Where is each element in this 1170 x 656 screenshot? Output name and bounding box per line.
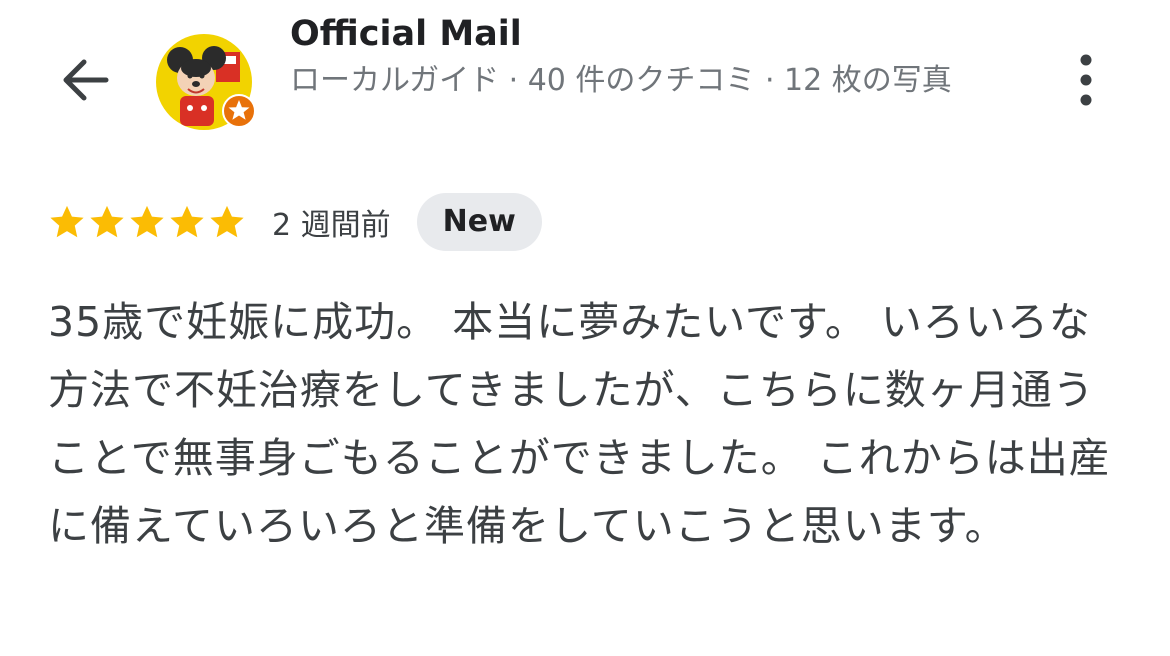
back-button[interactable] (48, 46, 120, 118)
author-name[interactable]: Official Mail (290, 14, 522, 54)
more-vert-icon (1079, 53, 1093, 111)
author-avatar[interactable] (156, 34, 256, 130)
new-badge: New (416, 193, 542, 251)
review-timestamp: 2 週間前 (272, 208, 391, 243)
star-rating (48, 202, 246, 242)
more-options-button[interactable] (1062, 50, 1110, 114)
rating-row: 2 週間前 New (48, 192, 542, 252)
arrow-back-icon (58, 58, 110, 106)
star-icon (210, 205, 244, 238)
author-meta: ローカルガイド · 40 件のクチコミ · 12 枚の写真 (290, 63, 952, 98)
review-text: 35歳で妊娠に成功。 本当に夢みたいです。 いろいろな方法で不妊治療をしてきまし… (48, 298, 1111, 550)
star-icon (50, 205, 84, 238)
star-icon (90, 205, 124, 238)
star-icon (170, 205, 204, 238)
local-guide-star-icon (222, 94, 256, 128)
star-icon (130, 205, 164, 238)
